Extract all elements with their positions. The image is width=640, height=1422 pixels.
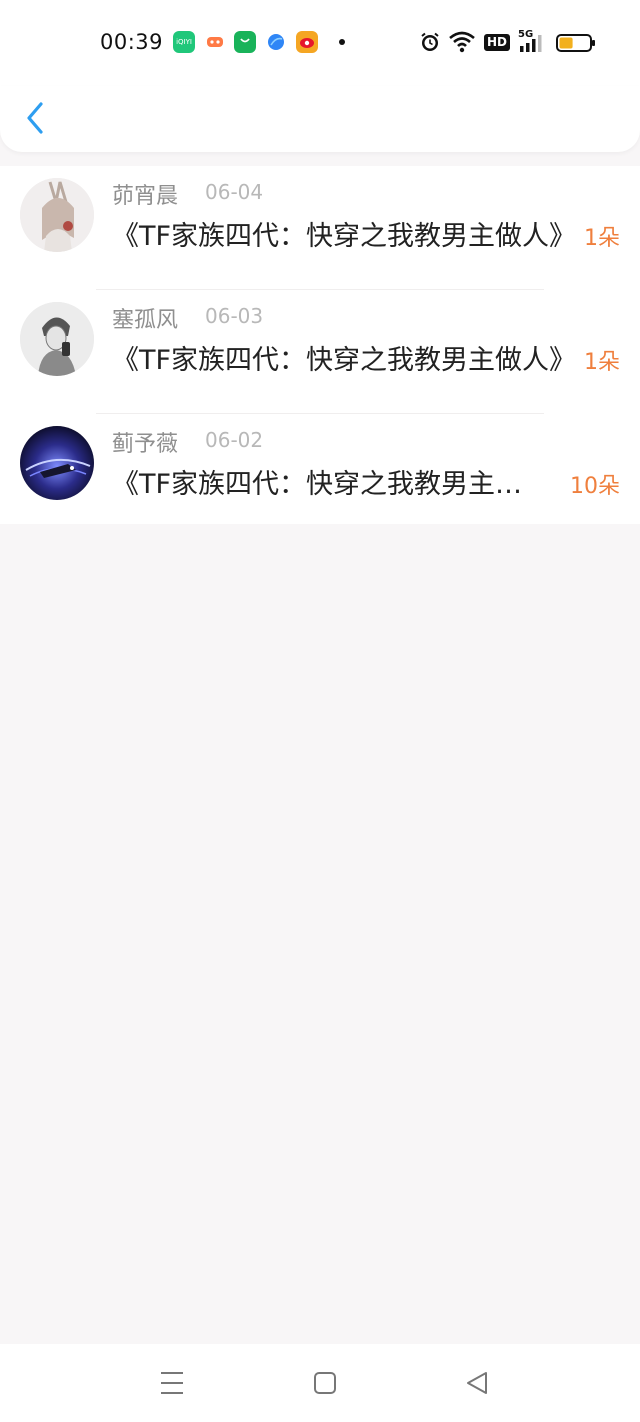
wifi-icon bbox=[449, 31, 475, 53]
book-title: 《TF家族四代：快穿之我教男主做人》 bbox=[112, 469, 544, 500]
gift-date: 06-04 bbox=[205, 180, 264, 204]
recent-apps-button[interactable] bbox=[160, 1370, 184, 1400]
avatar[interactable] bbox=[20, 426, 94, 500]
menu-icon bbox=[161, 1372, 183, 1394]
avatar-anime-girl bbox=[20, 178, 94, 252]
iqiyi-icon: iQIYI bbox=[173, 31, 195, 53]
hd-badge-icon: HD bbox=[484, 34, 511, 51]
status-bar: 00:39 iQIYI HD 5G bbox=[0, 0, 640, 86]
gift-record-list: 茆宵晨 06-04 《TF家族四代：快穿之我教男主做人》 1朵 塞孤风 06-0… bbox=[0, 166, 640, 524]
list-item[interactable]: 蓟予薇 06-02 《TF家族四代：快穿之我教男主做人》 10朵 bbox=[0, 414, 640, 538]
battery-icon bbox=[556, 34, 595, 52]
list-item[interactable]: 茆宵晨 06-04 《TF家族四代：快穿之我教男主做人》 1朵 bbox=[0, 166, 640, 290]
system-nav-bar bbox=[0, 1344, 640, 1422]
browser-icon bbox=[265, 31, 287, 53]
back-triangle-icon bbox=[467, 1372, 487, 1394]
game-icon bbox=[204, 31, 226, 53]
gift-amount: 10朵 bbox=[570, 474, 620, 499]
chevron-left-icon bbox=[27, 102, 43, 134]
avatar[interactable] bbox=[20, 178, 94, 252]
back-button[interactable] bbox=[20, 98, 54, 138]
book-title: 《TF家族四代：快穿之我教男主做人》 bbox=[112, 221, 577, 252]
home-square-icon bbox=[314, 1372, 336, 1394]
notification-dot bbox=[339, 39, 345, 45]
signal-icon bbox=[520, 35, 542, 52]
avatar-sketch-boy bbox=[20, 302, 94, 376]
store-icon bbox=[234, 31, 256, 53]
home-button[interactable] bbox=[313, 1370, 337, 1400]
alarm-icon bbox=[421, 32, 439, 51]
hd-label: HD bbox=[487, 35, 508, 49]
nav-back-button[interactable] bbox=[465, 1370, 489, 1400]
weibo-icon bbox=[296, 31, 318, 53]
sender-name: 蓟予薇 bbox=[112, 432, 179, 457]
gift-amount: 1朵 bbox=[584, 350, 620, 375]
gift-amount: 1朵 bbox=[584, 226, 620, 251]
avatar[interactable] bbox=[20, 302, 94, 376]
header-bar bbox=[0, 86, 640, 152]
avatar-night-car bbox=[20, 426, 94, 500]
list-item[interactable]: 塞孤风 06-03 《TF家族四代：快穿之我教男主做人》 1朵 bbox=[0, 290, 640, 414]
sender-name: 茆宵晨 bbox=[112, 184, 179, 209]
sender-name: 塞孤风 bbox=[112, 308, 179, 333]
gift-date: 06-03 bbox=[205, 304, 264, 328]
gift-date: 06-02 bbox=[205, 428, 264, 452]
status-time: 00:39 bbox=[100, 30, 164, 54]
book-title: 《TF家族四代：快穿之我教男主做人》 bbox=[112, 345, 577, 376]
